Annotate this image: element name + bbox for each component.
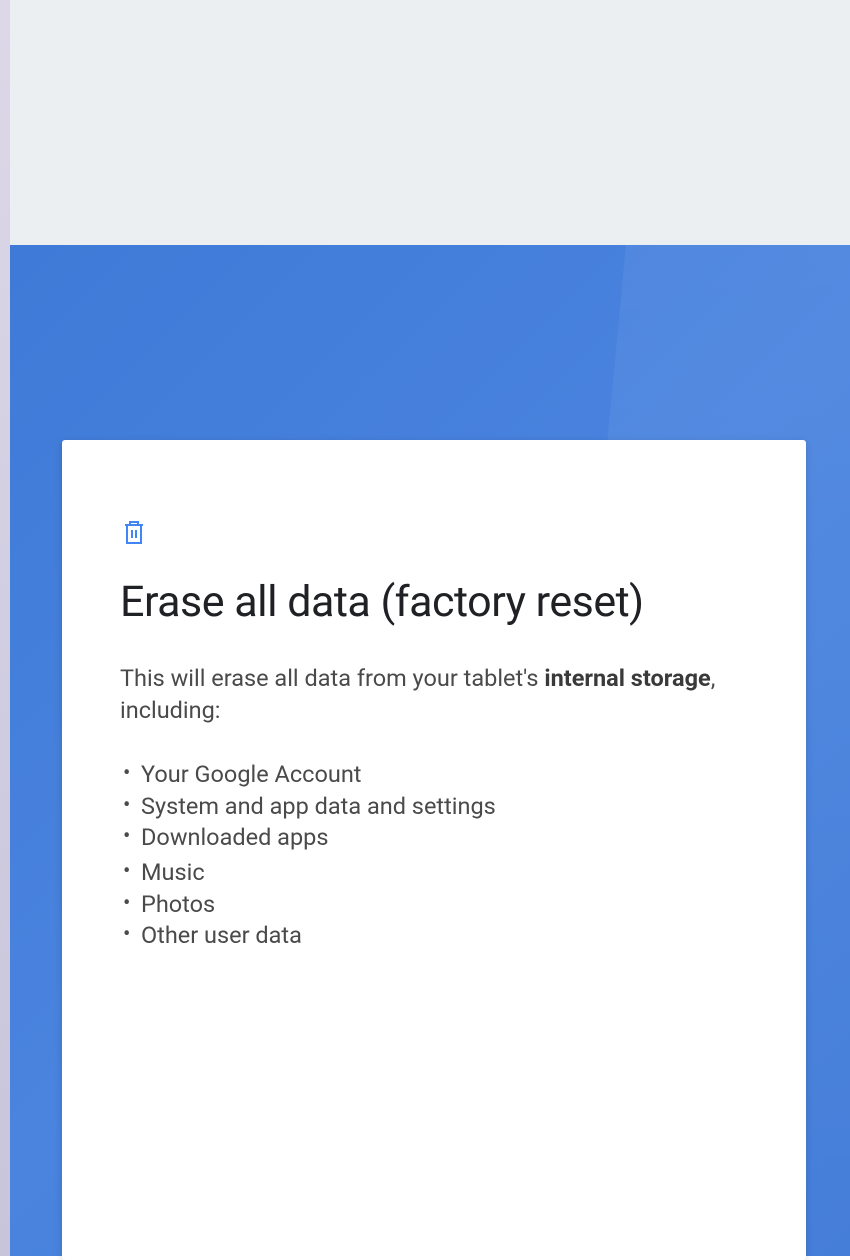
content-background: Erase all data (factory reset) This will… xyxy=(10,245,850,1256)
erase-items-list: Your Google Account System and app data … xyxy=(120,759,758,952)
description-emphasis-text: internal storage xyxy=(544,664,710,692)
list-item: Other user data xyxy=(123,920,758,952)
list-item: Music xyxy=(123,857,758,889)
trash-icon xyxy=(122,518,146,546)
description-prefix-text: This will erase all data from your table… xyxy=(120,664,544,692)
screen-frame: Erase all data (factory reset) This will… xyxy=(0,0,850,1256)
list-item: Photos xyxy=(123,889,758,921)
factory-reset-card: Erase all data (factory reset) This will… xyxy=(62,440,806,1260)
list-item: Your Google Account xyxy=(123,759,758,791)
list-item: Downloaded apps xyxy=(123,822,758,854)
dialog-title: Erase all data (factory reset) xyxy=(120,578,758,627)
list-item: System and app data and settings xyxy=(123,791,758,823)
header-panel xyxy=(10,0,850,245)
dialog-description: This will erase all data from your table… xyxy=(120,663,758,726)
